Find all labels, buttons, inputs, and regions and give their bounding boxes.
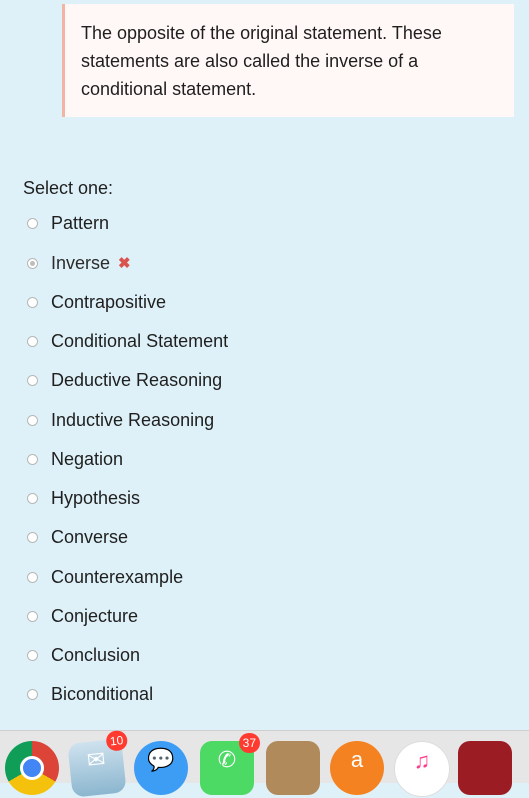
option-hypothesis[interactable]: Hypothesis [27,486,140,510]
radio-button[interactable] [27,217,38,229]
option-biconditional[interactable]: Biconditional [27,682,153,706]
option-label: Conclusion [51,644,141,665]
macos-dock: ✉ 10 💬 ✆ 37 a ♫ [0,729,529,798]
contacts-icon[interactable] [266,741,320,795]
radio-button[interactable] [27,453,38,465]
radio-button[interactable] [27,492,38,504]
incorrect-icon: ✖ [118,255,131,272]
option-inverse[interactable]: Inverse ✖ [27,251,131,275]
question-text: The opposite of the original statement. … [81,23,442,99]
avast-icon[interactable]: a [330,741,384,795]
option-converse[interactable]: Converse [27,525,128,549]
option-label: Biconditional [51,683,154,704]
option-label: Pattern [51,212,110,233]
option-label: Inductive Reasoning [51,409,215,430]
itunes-icon[interactable]: ♫ [394,741,450,797]
radio-button[interactable] [27,531,38,543]
option-label: Conditional Statement [51,330,229,351]
question-text-box: The opposite of the original statement. … [62,4,514,117]
option-label: Converse [51,526,129,547]
option-contrapositive[interactable]: Contrapositive [27,290,166,314]
option-label: Counterexample [51,566,184,587]
option-label: Hypothesis [51,487,141,508]
radio-button-selected[interactable] [27,257,38,269]
speech-bubble-glyph: 💬 [147,747,175,772]
option-conjecture[interactable]: Conjecture [27,604,138,628]
option-label: Deductive Reasoning [51,369,223,390]
music-note-glyph: ♫ [413,748,431,773]
photo-booth-icon[interactable] [458,741,512,795]
radio-button[interactable] [27,335,38,347]
chrome-icon[interactable] [5,741,59,795]
option-negation[interactable]: Negation [27,447,123,471]
option-inductive-reasoning[interactable]: Inductive Reasoning [27,408,214,432]
option-label: Contrapositive [51,291,167,312]
facetime-icon[interactable]: ✆ 37 [200,733,260,795]
option-counterexample[interactable]: Counterexample [27,565,183,589]
option-deductive-reasoning[interactable]: Deductive Reasoning [27,368,222,392]
radio-button[interactable] [27,571,38,583]
select-one-prompt: Select one: [23,178,114,198]
avast-a-glyph: a [350,747,364,772]
option-label: Negation [51,448,124,469]
messages-icon[interactable]: 💬 [134,741,188,795]
facetime-badge: 37 [238,733,260,753]
mail-icon[interactable]: ✉ 10 [67,729,129,798]
radio-button[interactable] [27,610,38,622]
radio-button[interactable] [27,649,38,661]
option-label: Conjecture [51,605,139,626]
option-conditional-statement[interactable]: Conditional Statement [27,329,228,353]
radio-button[interactable] [27,414,38,426]
option-label: Inverse [51,252,111,273]
radio-button[interactable] [27,688,38,700]
radio-button[interactable] [27,374,38,386]
radio-button[interactable] [27,296,38,308]
option-pattern[interactable]: Pattern [27,211,109,235]
option-conclusion[interactable]: Conclusion [27,643,140,667]
